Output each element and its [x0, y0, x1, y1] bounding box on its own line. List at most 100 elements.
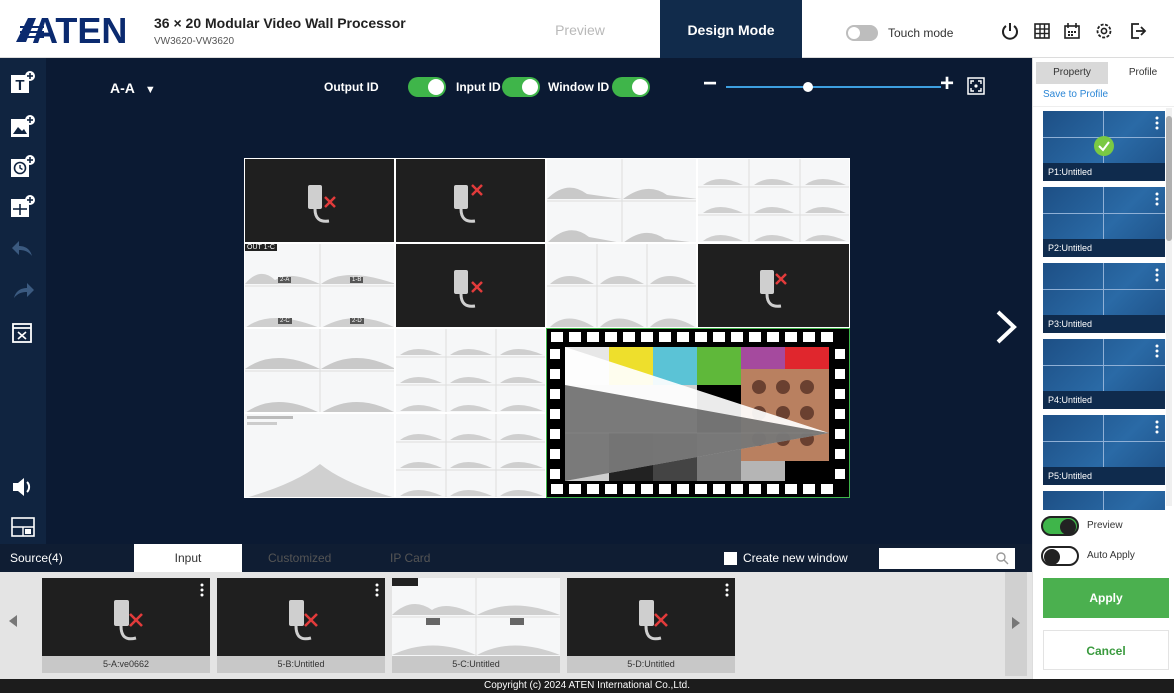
profile-scrollbar[interactable]: [1166, 108, 1172, 506]
profile-item-p1[interactable]: P1:Untitled: [1043, 111, 1165, 181]
profile-item-p5[interactable]: P5:Untitled: [1043, 415, 1165, 485]
more-options-icon[interactable]: [1155, 344, 1159, 358]
tab-preview[interactable]: Preview: [520, 0, 640, 58]
no-signal-icon: [289, 600, 318, 641]
add-image-icon[interactable]: [10, 114, 36, 140]
power-icon[interactable]: [1000, 21, 1020, 41]
tab-property[interactable]: Property: [1036, 62, 1108, 84]
apply-button[interactable]: Apply: [1043, 578, 1169, 618]
tab-design-mode[interactable]: Design Mode: [660, 0, 802, 58]
profile-label: P5:Untitled: [1043, 467, 1165, 485]
header-bar: ATEN 36 × 20 Modular Video Wall Processo…: [0, 0, 1174, 58]
profile-item-p2[interactable]: P2:Untitled: [1043, 187, 1165, 257]
output-id-toggle[interactable]: [408, 77, 446, 97]
waveform-graphic: [396, 329, 545, 412]
more-options-icon[interactable]: [200, 583, 204, 597]
source-label: 5-A:ve0662: [42, 656, 210, 673]
divider: [1043, 213, 1165, 214]
tab-ip-card[interactable]: IP Card: [390, 544, 430, 572]
add-layout-icon[interactable]: [10, 194, 36, 220]
source-card[interactable]: 5-D:Untitled: [567, 578, 735, 673]
settings-icon[interactable]: [1094, 21, 1114, 41]
redo-icon[interactable]: [10, 278, 36, 304]
close-window-icon[interactable]: [10, 320, 36, 346]
test-pattern-window[interactable]: [546, 328, 850, 498]
source-card[interactable]: 5-B:Untitled: [217, 578, 385, 673]
more-options-icon[interactable]: [725, 583, 729, 597]
wall-cell-waveform[interactable]: [395, 413, 546, 498]
video-wall-preview[interactable]: OUT 1-C 2-A 1-B 2-C 2-D: [244, 158, 850, 498]
scroll-left-icon[interactable]: [8, 614, 18, 628]
layout-dropdown[interactable]: A-A ▼: [110, 80, 156, 96]
app-title: 36 × 20 Modular Video Wall Processor: [154, 15, 406, 31]
fit-to-screen-icon[interactable]: [967, 77, 985, 95]
touch-mode-label: Touch mode: [888, 26, 954, 40]
more-options-icon[interactable]: [1155, 192, 1159, 206]
source-search-input[interactable]: [879, 548, 1015, 569]
left-toolbar: T: [0, 58, 46, 544]
chevron-down-icon: ▼: [144, 84, 156, 96]
more-options-icon[interactable]: [1155, 420, 1159, 434]
wall-cell-waveform[interactable]: [546, 243, 697, 328]
brand-text: ATEN: [32, 10, 127, 50]
zoom-in-button[interactable]: +: [940, 70, 954, 98]
more-options-icon[interactable]: [375, 583, 379, 597]
auto-apply-toggle[interactable]: [1041, 546, 1079, 566]
wall-cell-waveform[interactable]: [244, 328, 395, 413]
scrollbar-thumb[interactable]: [1166, 116, 1172, 241]
add-text-icon[interactable]: T: [10, 70, 36, 96]
wall-cell-no-signal[interactable]: [395, 158, 546, 243]
no-signal-icon: [454, 270, 483, 308]
checkbox-icon[interactable]: [724, 552, 737, 566]
wall-cell-waveform[interactable]: [546, 158, 697, 243]
layout-grid-icon[interactable]: [10, 516, 36, 538]
tab-customized[interactable]: Customized: [268, 544, 331, 572]
zoom-slider-handle[interactable]: [803, 82, 813, 92]
scroll-right-button[interactable]: [1005, 572, 1027, 676]
more-options-icon[interactable]: [1155, 268, 1159, 282]
tab-input[interactable]: Input: [134, 544, 242, 572]
volume-icon[interactable]: [10, 474, 36, 500]
schedule-icon[interactable]: [1062, 21, 1082, 41]
window-id-toggle[interactable]: [612, 77, 650, 97]
touch-mode-toggle[interactable]: [846, 25, 878, 41]
add-clock-icon[interactable]: [10, 154, 36, 180]
preview-toggle[interactable]: [1041, 516, 1079, 536]
zoom-slider[interactable]: [726, 86, 941, 88]
wall-cell-no-signal[interactable]: [244, 158, 395, 243]
more-options-icon[interactable]: [1155, 116, 1159, 130]
toggle-knob: [848, 27, 860, 39]
source-card[interactable]: 5-C:Untitled: [392, 578, 560, 673]
search-icon[interactable]: [995, 551, 1009, 565]
logout-icon[interactable]: [1128, 21, 1148, 41]
grid-calendar-icon[interactable]: [1032, 21, 1052, 41]
wall-cell-waveform[interactable]: [244, 413, 395, 498]
source-card[interactable]: 5-A:ve0662: [42, 578, 210, 673]
source-label: 5-B:Untitled: [217, 656, 385, 673]
zoom-out-button[interactable]: −: [703, 70, 717, 98]
profile-item-p4[interactable]: P4:Untitled: [1043, 339, 1165, 409]
wall-cell-output-1c[interactable]: OUT 1-C 2-A 1-B 2-C 2-D: [244, 243, 395, 328]
cancel-button[interactable]: Cancel: [1043, 630, 1169, 670]
wall-cell-waveform[interactable]: [395, 328, 546, 413]
wall-cell-waveform[interactable]: [697, 158, 850, 243]
design-canvas[interactable]: A-A ▼ Output ID Input ID Window ID − + O…: [46, 58, 1032, 544]
profile-item-p3[interactable]: P3:Untitled: [1043, 263, 1165, 333]
scroll-right-icon[interactable]: [1011, 616, 1021, 630]
waveform-graphic: [392, 578, 560, 656]
undo-icon[interactable]: [10, 236, 36, 262]
source-thumbnail-strip: 5-A:ve0662 5-B:Untitled 5-C:Untitled 5-D…: [0, 572, 1032, 679]
save-to-profile-link[interactable]: Save to Profile: [1043, 89, 1108, 100]
chevron-right-icon[interactable]: [994, 308, 1018, 346]
input-id-toggle[interactable]: [502, 77, 540, 97]
auto-apply-label: Auto Apply: [1087, 550, 1135, 561]
input-id-badge: 1-B: [350, 277, 364, 283]
create-new-window-checkbox[interactable]: Create new window: [724, 551, 848, 566]
wall-cell-no-signal[interactable]: [697, 243, 850, 328]
tab-profile[interactable]: Profile: [1113, 62, 1173, 84]
input-id-label: Input ID: [456, 80, 501, 94]
profile-item-partial[interactable]: [1043, 491, 1165, 510]
wall-cell-no-signal[interactable]: [395, 243, 546, 328]
checkmark-icon: [1094, 136, 1114, 156]
no-signal-icon: [308, 185, 336, 223]
